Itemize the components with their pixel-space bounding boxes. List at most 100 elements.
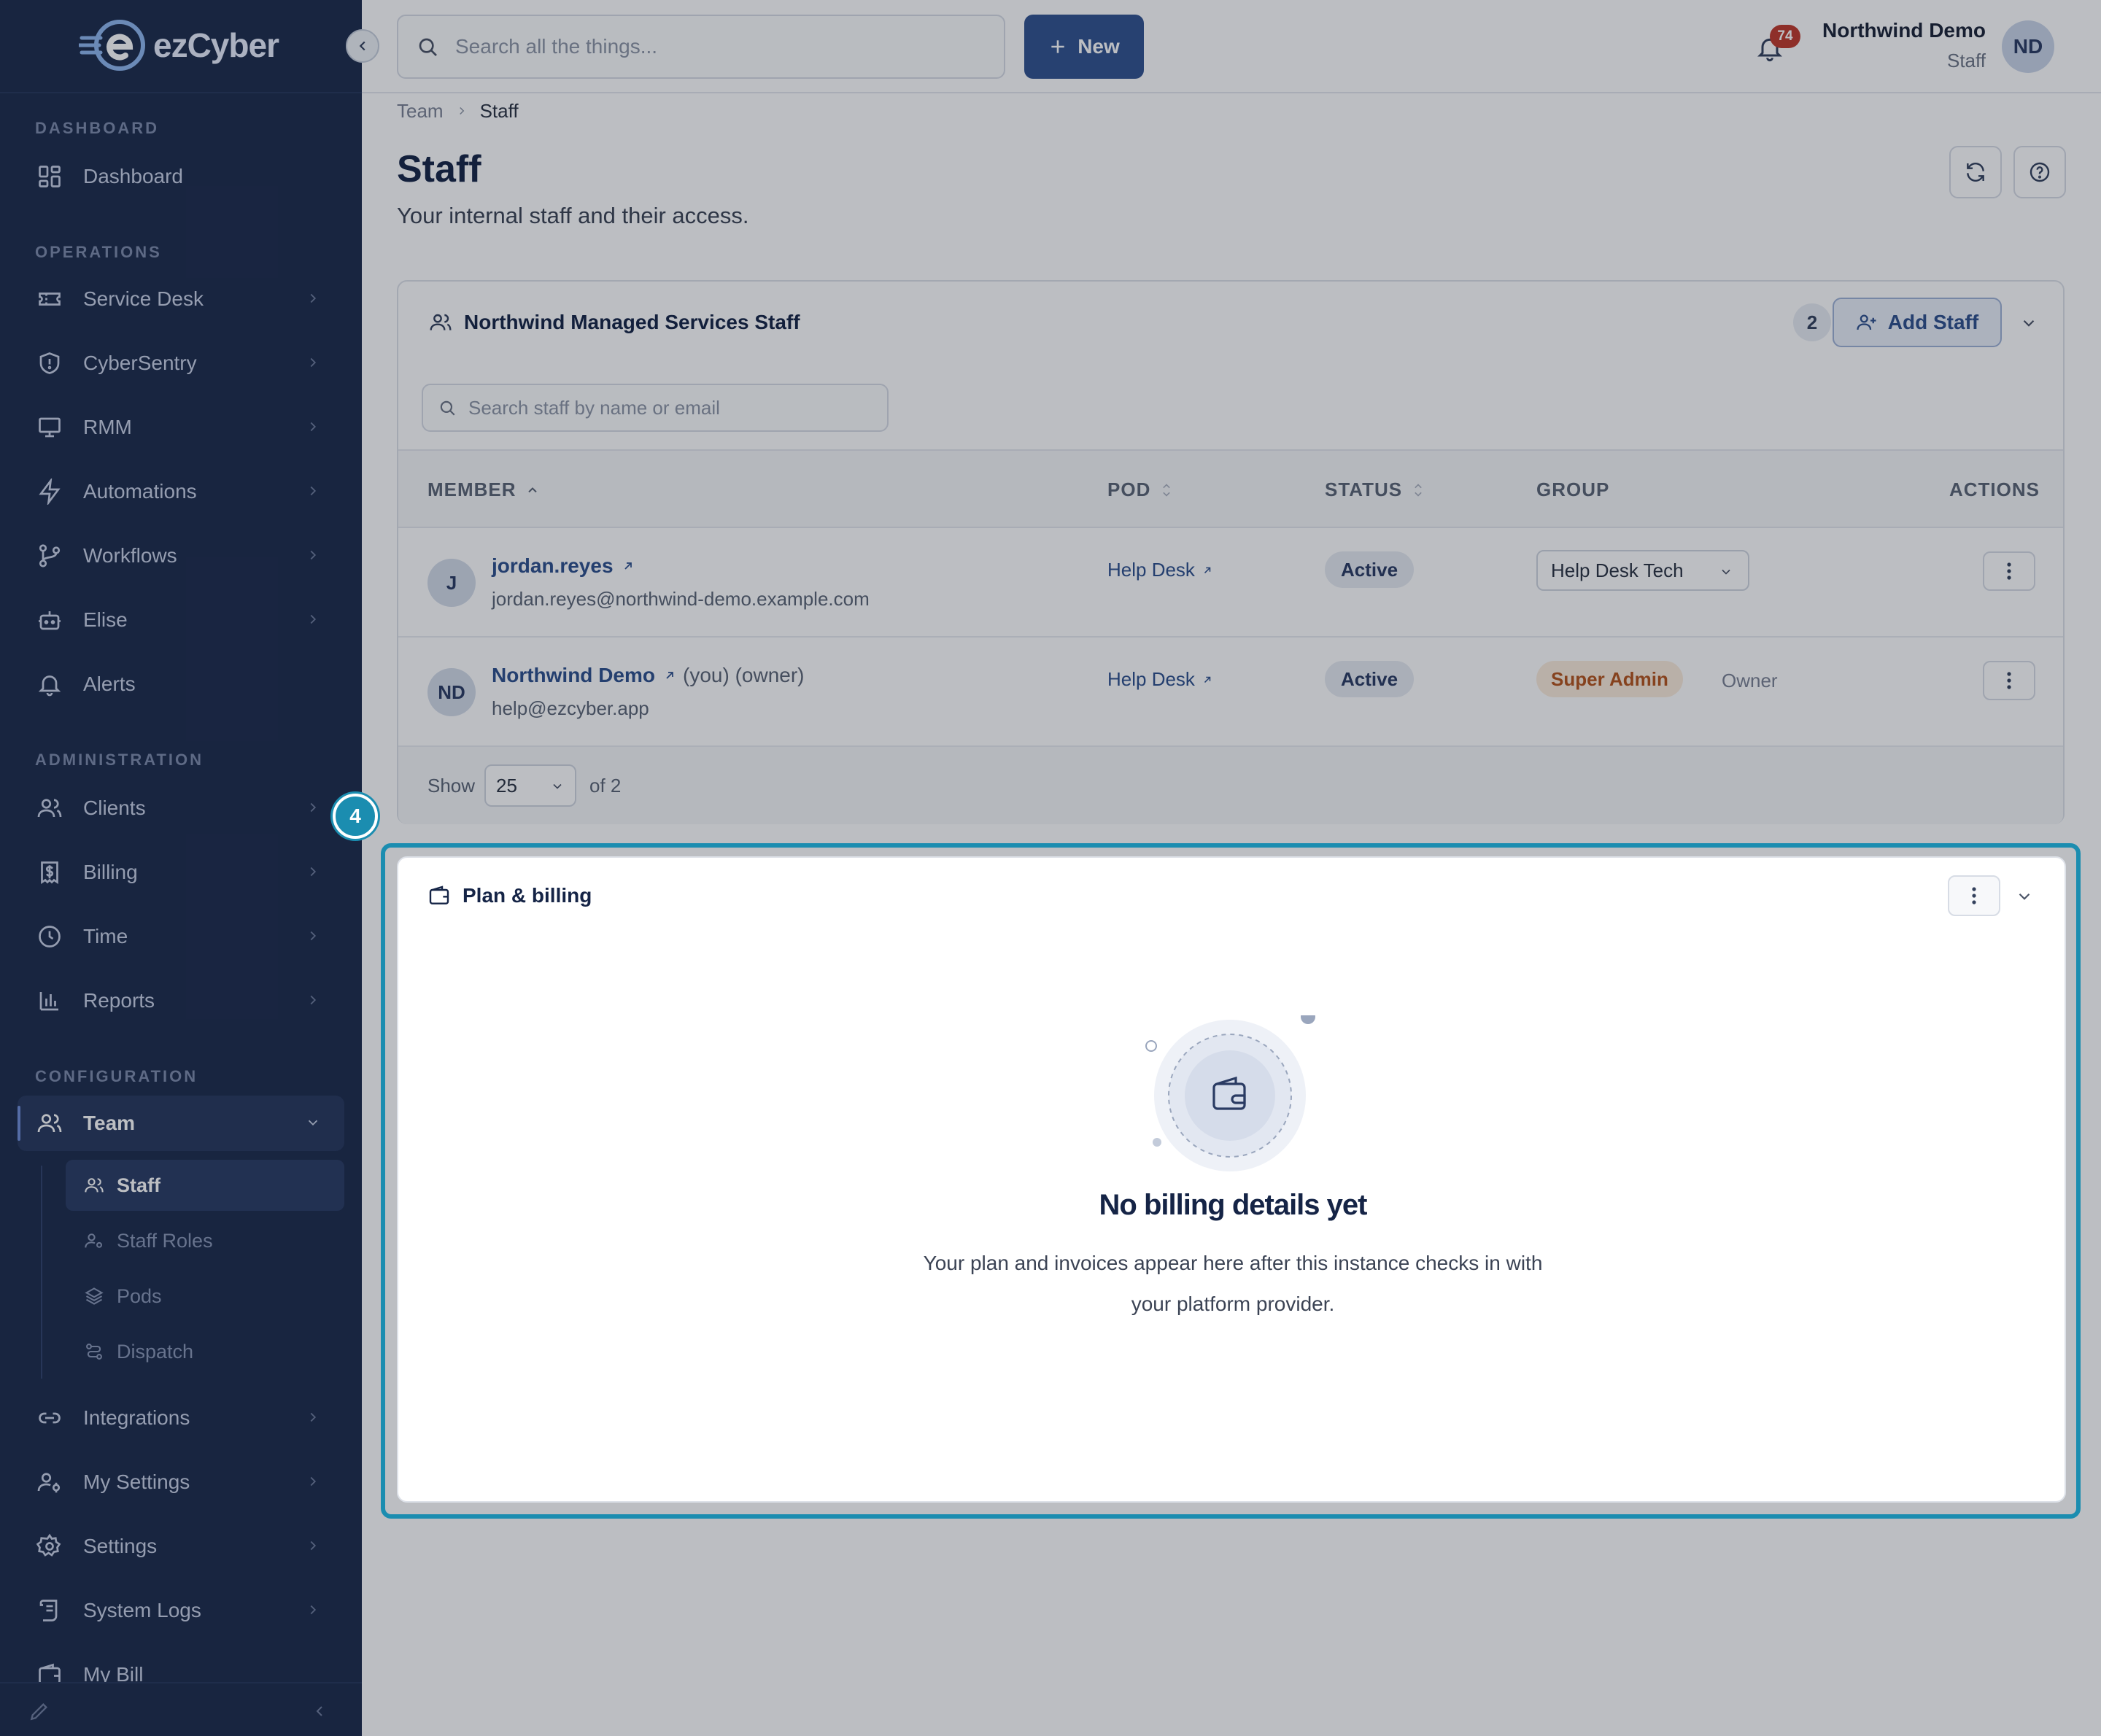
- sidebar-item-rmm[interactable]: RMM: [18, 400, 344, 455]
- grid-icon: [35, 162, 64, 191]
- pod-name: Help Desk: [1107, 559, 1195, 581]
- group-select[interactable]: Help Desk Tech: [1536, 550, 1749, 591]
- pod-link[interactable]: Help Desk: [1107, 559, 1212, 581]
- sidebar-item-time[interactable]: Time: [18, 909, 344, 964]
- sidebar-collapse-button[interactable]: [346, 29, 379, 63]
- users-icon: [83, 1174, 105, 1196]
- sidebar-item-workflows[interactable]: Workflows: [18, 528, 344, 584]
- billing-card-header: Plan & billing: [427, 884, 592, 907]
- sidebar-item-label: Alerts: [83, 673, 136, 695]
- pod-name: Help Desk: [1107, 668, 1195, 690]
- pod-link[interactable]: Help Desk: [1107, 668, 1212, 691]
- member-name-link[interactable]: jordan.reyes: [492, 554, 634, 578]
- sidebar-item-label: System Logs: [83, 1599, 201, 1621]
- chevron-down-icon[interactable]: [2015, 887, 2034, 906]
- brand-logo[interactable]: ezCyber: [79, 18, 279, 73]
- sidebar-item-billing[interactable]: Billing: [18, 845, 344, 900]
- row-actions-button[interactable]: [1983, 661, 2035, 700]
- sidebar-item-my-settings[interactable]: My Settings: [18, 1454, 344, 1510]
- chevron-right-icon: [305, 928, 321, 944]
- empty-state-description: Your plan and invoices appear here after…: [923, 1252, 1543, 1315]
- staff-search-input[interactable]: [468, 396, 877, 419]
- empty-state-illustration: [1128, 1015, 1332, 1176]
- sidebar-subitem-label: Staff: [117, 1174, 160, 1196]
- sidebar-subitem-pods[interactable]: Pods: [66, 1271, 344, 1322]
- billing-actions-button[interactable]: [1948, 875, 2000, 916]
- col-member-label: MEMBER: [427, 478, 516, 500]
- chevron-left-icon: [355, 38, 371, 54]
- sidebar-item-label: Elise: [83, 608, 128, 631]
- col-status[interactable]: STATUS: [1325, 478, 1425, 501]
- sidebar-item-integrations[interactable]: Integrations: [18, 1390, 344, 1446]
- col-member[interactable]: MEMBER: [427, 478, 540, 501]
- sidebar-item-team[interactable]: Team: [18, 1096, 344, 1151]
- member-name-link[interactable]: Northwind Demo (you) (owner): [492, 664, 804, 687]
- sidebar-footer: [0, 1682, 362, 1736]
- user-plus-icon: [1856, 311, 1878, 333]
- kebab-icon: [2006, 671, 2012, 690]
- sidebar-subitem-staff-roles[interactable]: Staff Roles: [66, 1215, 344, 1266]
- sidebar-item-label: Settings: [83, 1535, 158, 1557]
- page-size-select[interactable]: 25: [484, 764, 576, 807]
- avatar: ND: [427, 668, 476, 716]
- sidebar-subitem-dispatch[interactable]: Dispatch: [66, 1326, 344, 1377]
- users-icon: [35, 794, 64, 823]
- search-icon: [438, 398, 457, 417]
- sidebar-subitem-label: Staff Roles: [117, 1229, 213, 1252]
- ticket-icon: [35, 284, 64, 314]
- chevron-right-icon: [305, 1473, 321, 1489]
- pencil-icon[interactable]: [28, 1700, 51, 1723]
- sidebar-item-cybersentry[interactable]: CyberSentry: [18, 336, 344, 391]
- global-search[interactable]: [397, 15, 1005, 79]
- staff-search[interactable]: [422, 384, 889, 432]
- sidebar-item-reports[interactable]: Reports: [18, 973, 344, 1028]
- section-dashboard: DASHBOARD: [35, 119, 159, 137]
- refresh-icon: [1964, 160, 1987, 184]
- chevron-down-icon: [550, 779, 565, 794]
- sidebar-item-service-desk[interactable]: Service Desk: [18, 271, 344, 327]
- add-staff-button[interactable]: Add Staff: [1833, 298, 2002, 347]
- sidebar-item-elise[interactable]: Elise: [18, 592, 344, 648]
- new-button[interactable]: New: [1024, 15, 1144, 79]
- col-pod-label: POD: [1107, 478, 1151, 500]
- notifications-button[interactable]: 74: [1751, 25, 1800, 69]
- kebab-icon: [2006, 562, 2012, 581]
- search-input[interactable]: [455, 35, 966, 58]
- sidebar-item-clients[interactable]: Clients: [18, 780, 344, 836]
- notification-count-badge: 74: [1770, 25, 1800, 48]
- external-link-icon: [622, 560, 634, 572]
- kebab-icon: [1971, 886, 1977, 905]
- sidebar-item-dashboard[interactable]: Dashboard: [18, 149, 344, 204]
- gear-icon: [35, 1532, 64, 1561]
- chevron-down-icon[interactable]: [2019, 314, 2038, 333]
- chevron-right-icon: [305, 290, 321, 306]
- bell-icon: [35, 670, 64, 699]
- sidebar-item-label: Service Desk: [83, 287, 204, 310]
- chevron-right-icon: [305, 992, 321, 1008]
- sidebar-item-settings[interactable]: Settings: [18, 1519, 344, 1574]
- help-button[interactable]: [2013, 146, 2066, 198]
- empty-state-title: No billing details yet: [1099, 1189, 1368, 1221]
- refresh-button[interactable]: [1949, 146, 2002, 198]
- group-select-value: Help Desk Tech: [1551, 559, 1684, 581]
- table-row: ND Northwind Demo (you) (owner) help@ezc…: [398, 638, 2063, 747]
- sidebar-item-alerts[interactable]: Alerts: [18, 656, 344, 712]
- sidebar-item-system-logs[interactable]: System Logs: [18, 1583, 344, 1638]
- user-name: Northwind Demo: [1822, 19, 1986, 42]
- sidebar-item-automations[interactable]: Automations: [18, 464, 344, 519]
- row-actions-button[interactable]: [1983, 551, 2035, 591]
- chevron-left-icon[interactable]: [311, 1702, 328, 1720]
- col-pod[interactable]: POD: [1107, 478, 1174, 501]
- page-size-value: 25: [496, 774, 517, 797]
- breadcrumb-team-link[interactable]: Team: [397, 100, 444, 123]
- user-avatar[interactable]: ND: [2002, 20, 2054, 73]
- member-email: help@ezcyber.app: [492, 697, 649, 719]
- chevron-right-icon: [455, 104, 468, 117]
- sidebar-subitem-staff[interactable]: Staff: [66, 1160, 344, 1211]
- chevron-right-icon: [305, 1538, 321, 1554]
- super-admin-badge: Super Admin: [1536, 661, 1683, 697]
- page-subtitle: Your internal staff and their access.: [397, 203, 749, 228]
- tour-step-badge: 4: [333, 794, 378, 839]
- chevron-right-icon: [305, 1602, 321, 1618]
- users-icon: [35, 1109, 64, 1138]
